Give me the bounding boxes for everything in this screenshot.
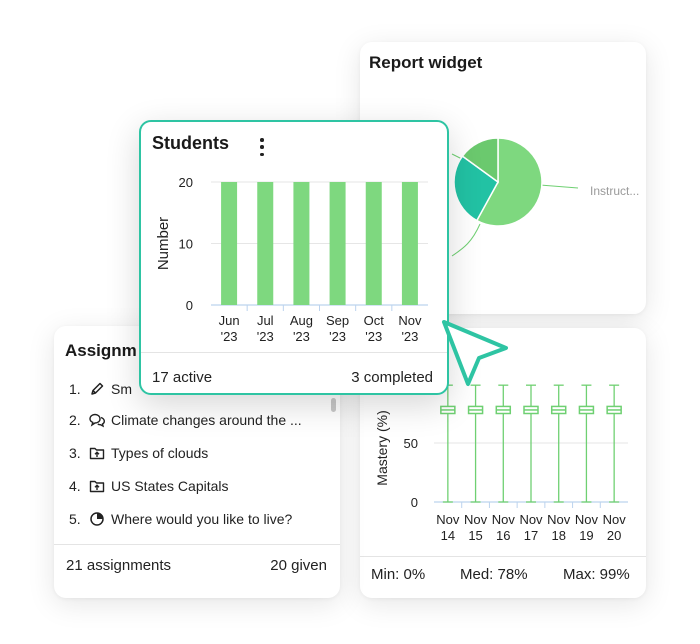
x-tick-label: Jul (257, 313, 274, 328)
assignments-title: Assignm (65, 341, 137, 360)
x-tick-label: Sep (326, 313, 349, 328)
assignment-number: 2. (69, 412, 81, 428)
assignment-item[interactable]: 4. US States Capitals (69, 474, 229, 498)
assignments-count: 21 assignments (66, 557, 172, 574)
mastery-med-stat: Med: 78% (460, 566, 528, 583)
x-tick-label: 15 (468, 528, 482, 543)
pie-chart-icon (87, 509, 107, 529)
pie-leader-line (539, 184, 579, 189)
x-tick-label: Jun (219, 313, 240, 328)
assignment-item[interactable]: 3. Types of clouds (69, 441, 208, 465)
x-tick-label: 17 (524, 528, 538, 543)
y-tick-label: 20 (179, 175, 193, 190)
mastery-min-stat: Min: 0% (371, 566, 426, 583)
y-tick-label: 50 (404, 436, 418, 451)
y-tick-label: 10 (179, 237, 193, 252)
mastery-max-stat: Max: 99% (563, 566, 630, 583)
y-axis-label: Mastery (%) (374, 410, 390, 485)
pointer-cursor-icon (442, 320, 508, 386)
x-tick-label: Nov (464, 512, 488, 527)
mastery-footer-divider (360, 556, 646, 557)
students-bar-chart: 01020Jun'23Jul'23Aug'23Sep'23Oct'23Nov'2… (155, 175, 428, 344)
assignments-footer-divider (54, 544, 340, 545)
bar (257, 182, 274, 305)
assignment-number: 4. (69, 478, 81, 494)
folder-upload-icon (87, 476, 107, 496)
assignment-item[interactable]: 1. Sm (69, 377, 132, 401)
bar (401, 182, 418, 305)
x-tick-label: 14 (441, 528, 455, 543)
x-tick-label: Oct (364, 313, 385, 328)
pie-leader-line (451, 223, 481, 257)
x-tick-label: 19 (579, 528, 593, 543)
x-tick-label: Nov (436, 512, 460, 527)
x-tick-label: Nov (547, 512, 571, 527)
assignment-title: Types of clouds (111, 445, 209, 461)
assignments-scrollbar[interactable] (331, 398, 336, 412)
x-tick-label: 16 (496, 528, 510, 543)
pie-slice-label: Instruct... (590, 184, 639, 198)
assignments-given: 20 given (270, 557, 327, 574)
x-tick-label: '23 (293, 329, 310, 344)
x-tick-label: Nov (575, 512, 599, 527)
x-tick-label: '23 (401, 329, 418, 344)
folder-upload-icon (87, 443, 107, 463)
x-tick-label: Nov (519, 512, 543, 527)
y-axis-label: Number (155, 217, 172, 270)
assignment-title: US States Capitals (111, 478, 229, 494)
pencil-icon (87, 379, 107, 399)
assignment-number: 3. (69, 445, 81, 461)
students-footer-divider (141, 352, 447, 353)
bar (365, 182, 382, 305)
x-tick-label: 18 (551, 528, 565, 543)
x-tick-label: Nov (492, 512, 516, 527)
x-tick-label: '23 (221, 329, 238, 344)
x-tick-label: Nov (603, 512, 627, 527)
x-tick-label: Nov (398, 313, 422, 328)
assignment-item[interactable]: 5. Where would you like to live? (69, 507, 292, 531)
bar (293, 182, 310, 305)
assignment-title: Where would you like to live? (111, 511, 293, 527)
y-tick-label: 0 (186, 298, 193, 313)
y-tick-label: 0 (411, 495, 418, 510)
x-tick-label: Aug (290, 313, 313, 328)
students-card[interactable]: Students 0 10 20 Jun '23 Jul '23 Aug '23 Sep '23 Oc… (139, 120, 449, 395)
assignment-number: 5. (69, 511, 81, 527)
chat-bubbles-icon (87, 410, 107, 430)
assignment-title: Sm (111, 381, 132, 397)
x-tick-label: '23 (257, 329, 274, 344)
students-completed: 3 completed (351, 369, 433, 386)
assignment-item[interactable]: 2. Climate changes around the ... (69, 408, 302, 432)
assignment-title: Climate changes around the ... (111, 412, 302, 428)
x-tick-label: '23 (365, 329, 382, 344)
x-tick-label: '23 (329, 329, 346, 344)
bar (329, 182, 346, 305)
bar (221, 182, 238, 305)
students-active: 17 active (152, 369, 213, 386)
assignment-number: 1. (69, 381, 81, 397)
x-tick-label: 20 (607, 528, 621, 543)
